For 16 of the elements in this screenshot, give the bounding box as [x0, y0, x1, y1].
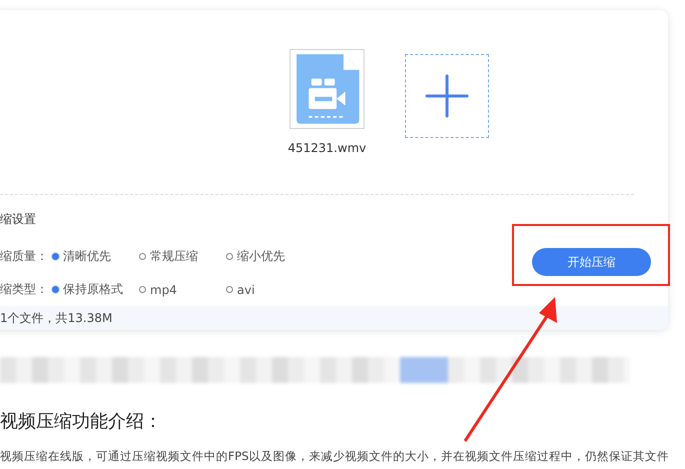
setting-label: 缩类型： — [0, 281, 49, 298]
file-summary: 1个文件，共13.38M — [0, 310, 112, 326]
article-heading: 视频压缩功能介绍： — [0, 410, 163, 433]
radio-option[interactable]: 保持原格式 — [52, 281, 139, 298]
article-paragraph: 视频压缩在线版，可通过压缩视频文件中的FPS以及图像，来减少视频文件的大小，并在视频文件压缩过程中，仍然保证其文件 — [0, 449, 670, 464]
settings-title: 缩设置 — [0, 211, 37, 228]
file-name: 451231.wmv — [288, 141, 366, 155]
radio-option[interactable]: 常规压缩 — [139, 248, 226, 265]
start-compress-button[interactable]: 开始压缩 — [532, 248, 651, 276]
radio-option[interactable]: 缩小优先 — [226, 248, 313, 265]
radio-option[interactable]: 清晰优先 — [52, 248, 139, 265]
plus-icon — [425, 74, 469, 118]
setting-label: 缩质量： — [0, 248, 49, 265]
radio-option[interactable]: mp4 — [139, 282, 226, 296]
radio-option[interactable]: avi — [226, 282, 313, 296]
add-file-button[interactable] — [405, 54, 489, 138]
